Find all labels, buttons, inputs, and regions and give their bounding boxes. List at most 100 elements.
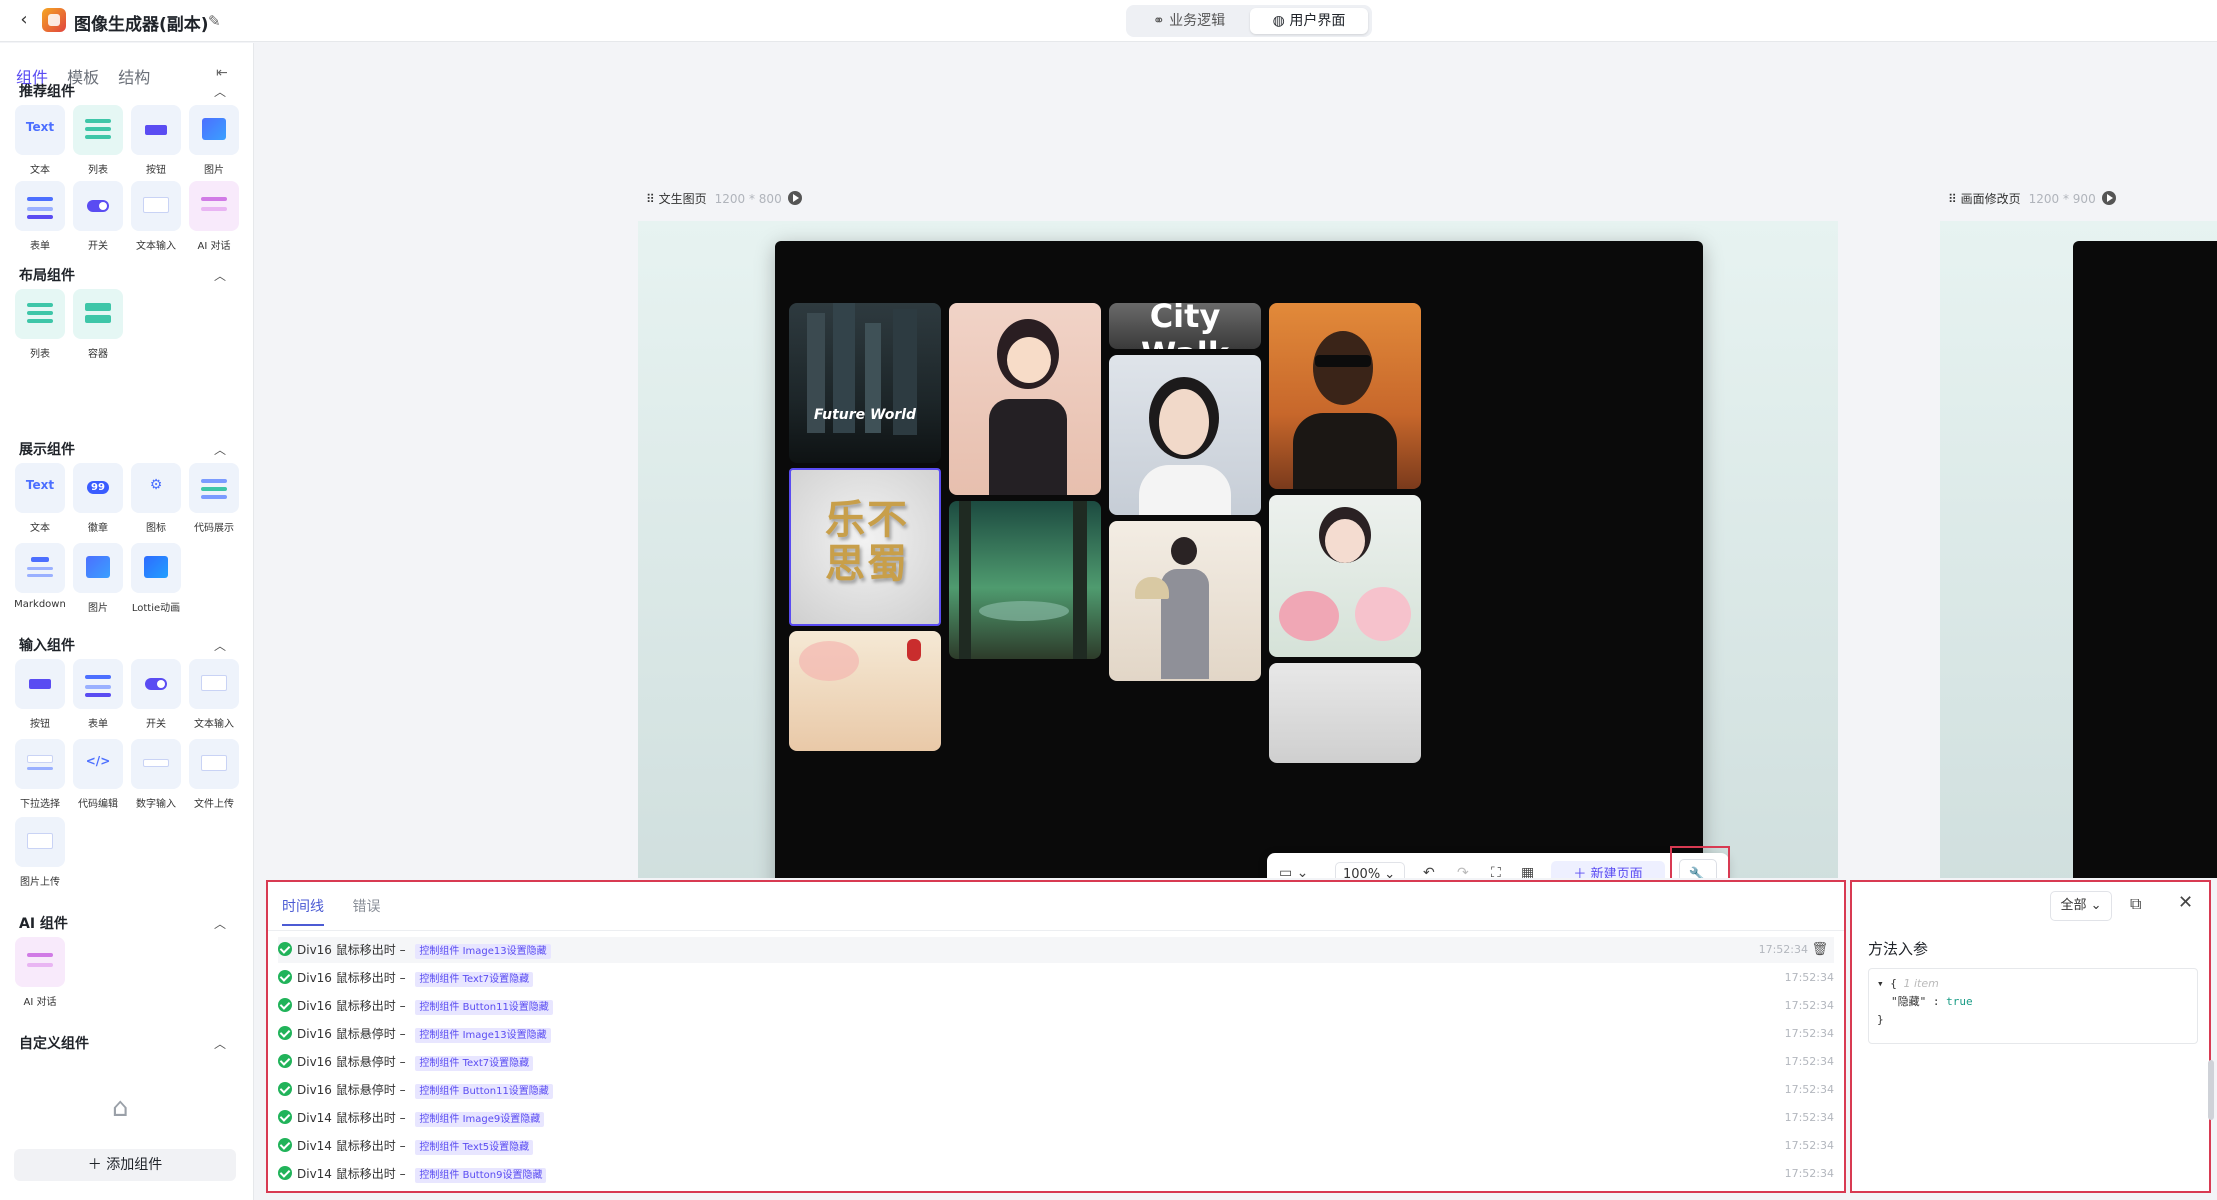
divider — [268, 930, 1844, 931]
log-row[interactable]: Div16 鼠标悬停时 – 控制组件 Image13设置隐藏 17:52:34 — [278, 1021, 1834, 1047]
preview-play-icon[interactable] — [787, 191, 802, 205]
gallery-image-portrait-woman[interactable] — [1109, 355, 1261, 515]
comp-icon[interactable]: ⚙ 图标 — [130, 463, 182, 534]
design-canvas[interactable]: ⠿ 文生图页 1200 * 800 ⠿ 画面修改页 1200 * 900 Futur… — [255, 43, 2217, 878]
gallery-image-room[interactable] — [1269, 663, 1421, 763]
new-page-button[interactable]: ＋ 新建页面 — [1551, 861, 1665, 878]
success-check-icon — [278, 1110, 292, 1124]
log-row[interactable]: Div16 鼠标悬停时 – 控制组件 Button11设置隐藏 17:52:34 — [278, 1077, 1834, 1103]
close-icon[interactable]: ✕ — [2178, 892, 2193, 913]
comp-list[interactable]: 列表 — [72, 105, 124, 176]
undo-icon[interactable]: ↶ — [1423, 865, 1435, 878]
delete-icon[interactable]: 🗑 — [1811, 937, 1828, 963]
section-custom[interactable]: 自定义组件 — [19, 1033, 89, 1053]
comp-button[interactable]: 按钮 — [130, 105, 182, 176]
zoom-select[interactable]: 100% ⌄ — [1335, 862, 1405, 878]
gallery-image-hanfu[interactable] — [1109, 521, 1261, 681]
comp-badge[interactable]: 99 徽章 — [72, 463, 124, 534]
log-row[interactable]: Div16 鼠标移出时 – 控制组件 Button11设置隐藏 17:52:34 — [278, 993, 1834, 1019]
gallery-image-sunglasses-man[interactable] — [1269, 303, 1421, 489]
comp-form[interactable]: 表单 — [14, 181, 66, 252]
comp-switch[interactable]: 开关 — [72, 181, 124, 252]
params-json-viewer[interactable]: ▾ { 1 item "隐藏" : true } — [1868, 968, 2198, 1044]
comp-number-input[interactable]: 数字输入 — [130, 739, 182, 810]
top-bar: ‹ 图像生成器(副本) ✎ ⚭ 业务逻辑 ◍ 用户界面 — [0, 0, 2217, 42]
comp-dropdown[interactable]: 下拉选择 — [14, 739, 66, 810]
chevron-up-icon[interactable]: ︿ — [214, 915, 226, 932]
section-recommended[interactable]: 推荐组件 — [19, 81, 75, 101]
gallery-image-anime-girl[interactable] — [949, 303, 1101, 495]
section-display[interactable]: 展示组件 — [19, 439, 75, 459]
comp-file-upload[interactable]: 文件上传 — [188, 739, 240, 810]
comp-input-form[interactable]: 表单 — [72, 659, 124, 730]
success-check-icon — [278, 1026, 292, 1040]
gallery-image-bride[interactable] — [1269, 495, 1421, 657]
section-ai[interactable]: AI 组件 — [19, 913, 68, 933]
timeline-panel: 时间线 错误 Div16 鼠标移出时 – 控制组件 Image13设置隐藏 17:… — [266, 880, 1846, 1193]
comp-image-upload[interactable]: 图片上传 — [14, 817, 66, 888]
comp-text[interactable]: Text 文本 — [14, 105, 66, 176]
comp-input-button[interactable]: 按钮 — [14, 659, 66, 730]
page-frame-2-content[interactable] — [2073, 241, 2217, 878]
tab-business-logic[interactable]: ⚭ 业务逻辑 — [1130, 8, 1248, 34]
chevron-up-icon[interactable]: ︿ — [214, 637, 226, 654]
component-panel: 组件 模板 结构 ⇤ 推荐组件 ︿ Text 文本 列表 按钮 图片 表单 开关 … — [0, 43, 254, 1200]
comp-ai-chat[interactable]: AI 对话 — [188, 181, 240, 252]
gallery-image-future-world[interactable]: Future World — [789, 303, 941, 463]
device-frame-icon[interactable]: ▭ ⌄ — [1279, 865, 1308, 878]
tab-structure[interactable]: 结构 — [118, 64, 150, 88]
comp-lottie[interactable]: Lottie动画 — [130, 543, 182, 614]
section-input[interactable]: 输入组件 — [19, 635, 75, 655]
page-label-text-to-image[interactable]: ⠿ 文生图页 1200 * 800 — [646, 190, 802, 207]
collapse-panel-icon[interactable]: ⇤ — [216, 65, 228, 81]
tab-errors[interactable]: 错误 — [352, 896, 380, 924]
log-tabs: 时间线 错误 — [282, 896, 404, 926]
chevron-up-icon[interactable]: ︿ — [214, 1035, 226, 1052]
log-row[interactable]: Div16 鼠标移出时 – 控制组件 Image13设置隐藏 17:52:34 🗑 — [278, 937, 1834, 963]
comp-text-input[interactable]: 文本输入 — [130, 181, 182, 252]
gallery-image-blossom[interactable] — [789, 631, 941, 751]
chevron-up-icon[interactable]: ︿ — [214, 441, 226, 458]
filter-select[interactable]: 全部 ⌄ — [2050, 891, 2112, 921]
log-row[interactable]: Div14 鼠标移出时 – 控制组件 Image9设置隐藏 17:52:34 — [278, 1105, 1834, 1131]
tab-user-interface[interactable]: ◍ 用户界面 — [1250, 8, 1368, 34]
redo-icon[interactable]: ↷ — [1457, 865, 1469, 878]
comp-input-switch[interactable]: 开关 — [130, 659, 182, 730]
page-label-image-edit[interactable]: ⠿ 画面修改页 1200 * 900 — [1948, 190, 2116, 207]
preview-play-icon[interactable] — [2101, 191, 2116, 205]
gallery-image-city-walk[interactable]: City Walk — [1109, 303, 1261, 349]
log-row[interactable]: Div14 鼠标移出时 – 控制组件 Button9设置隐藏 17:52:34 — [278, 1161, 1834, 1187]
gallery-image-forest[interactable] — [949, 501, 1101, 659]
comp-code-editor[interactable]: </> 代码编辑 — [72, 739, 124, 810]
success-check-icon — [278, 998, 292, 1012]
gallery-image-chinese-title[interactable]: 乐不思蜀 — [789, 468, 941, 626]
comp-layout-list[interactable]: 列表 — [14, 289, 66, 360]
comp-container[interactable]: 容器 — [72, 289, 124, 360]
success-check-icon — [278, 1166, 292, 1180]
section-layout[interactable]: 布局组件 — [19, 265, 75, 285]
fit-screen-icon[interactable]: ⛶ — [1491, 865, 1501, 878]
log-row[interactable]: Div16 鼠标移出时 – 控制组件 Text7设置隐藏 17:52:34 — [278, 965, 1834, 991]
comp-image[interactable]: 图片 — [188, 105, 240, 176]
comp-input-text[interactable]: 文本输入 — [188, 659, 240, 730]
tab-timeline[interactable]: 时间线 — [282, 896, 324, 926]
comp-markdown[interactable]: Markdown — [14, 543, 66, 610]
back-arrow-icon[interactable]: ‹ — [12, 8, 36, 32]
comp-display-text[interactable]: Text 文本 — [14, 463, 66, 534]
comp-code-display[interactable]: 代码展示 — [188, 463, 240, 534]
grid-icon[interactable]: ▦ — [1521, 865, 1534, 878]
chevron-up-icon[interactable]: ︿ — [214, 83, 226, 100]
chevron-up-icon[interactable]: ︿ — [214, 267, 226, 284]
toolbox-icon[interactable]: ⧉ — [2130, 894, 2141, 914]
image-gallery[interactable]: Future World 乐不思蜀 City Walk — [775, 241, 1703, 878]
comp-display-image[interactable]: 图片 — [72, 543, 124, 614]
log-row[interactable]: Div14 鼠标移出时 – 控制组件 Text5设置隐藏 17:52:34 — [278, 1133, 1834, 1159]
edit-title-icon[interactable]: ✎ — [208, 12, 221, 30]
scrollbar[interactable] — [2208, 1060, 2214, 1120]
add-component-button[interactable]: ＋ 添加组件 — [14, 1149, 236, 1181]
empty-state-icon: ⌂ — [112, 1093, 129, 1123]
highlight-box — [1670, 846, 1730, 878]
log-row[interactable]: Div16 鼠标悬停时 – 控制组件 Text7设置隐藏 17:52:34 — [278, 1049, 1834, 1075]
params-panel: 全部 ⌄ ⧉ ✕ 方法入参 ▾ { 1 item "隐藏" : true } — [1850, 880, 2211, 1193]
comp-ai-dialog[interactable]: AI 对话 — [14, 937, 66, 1008]
